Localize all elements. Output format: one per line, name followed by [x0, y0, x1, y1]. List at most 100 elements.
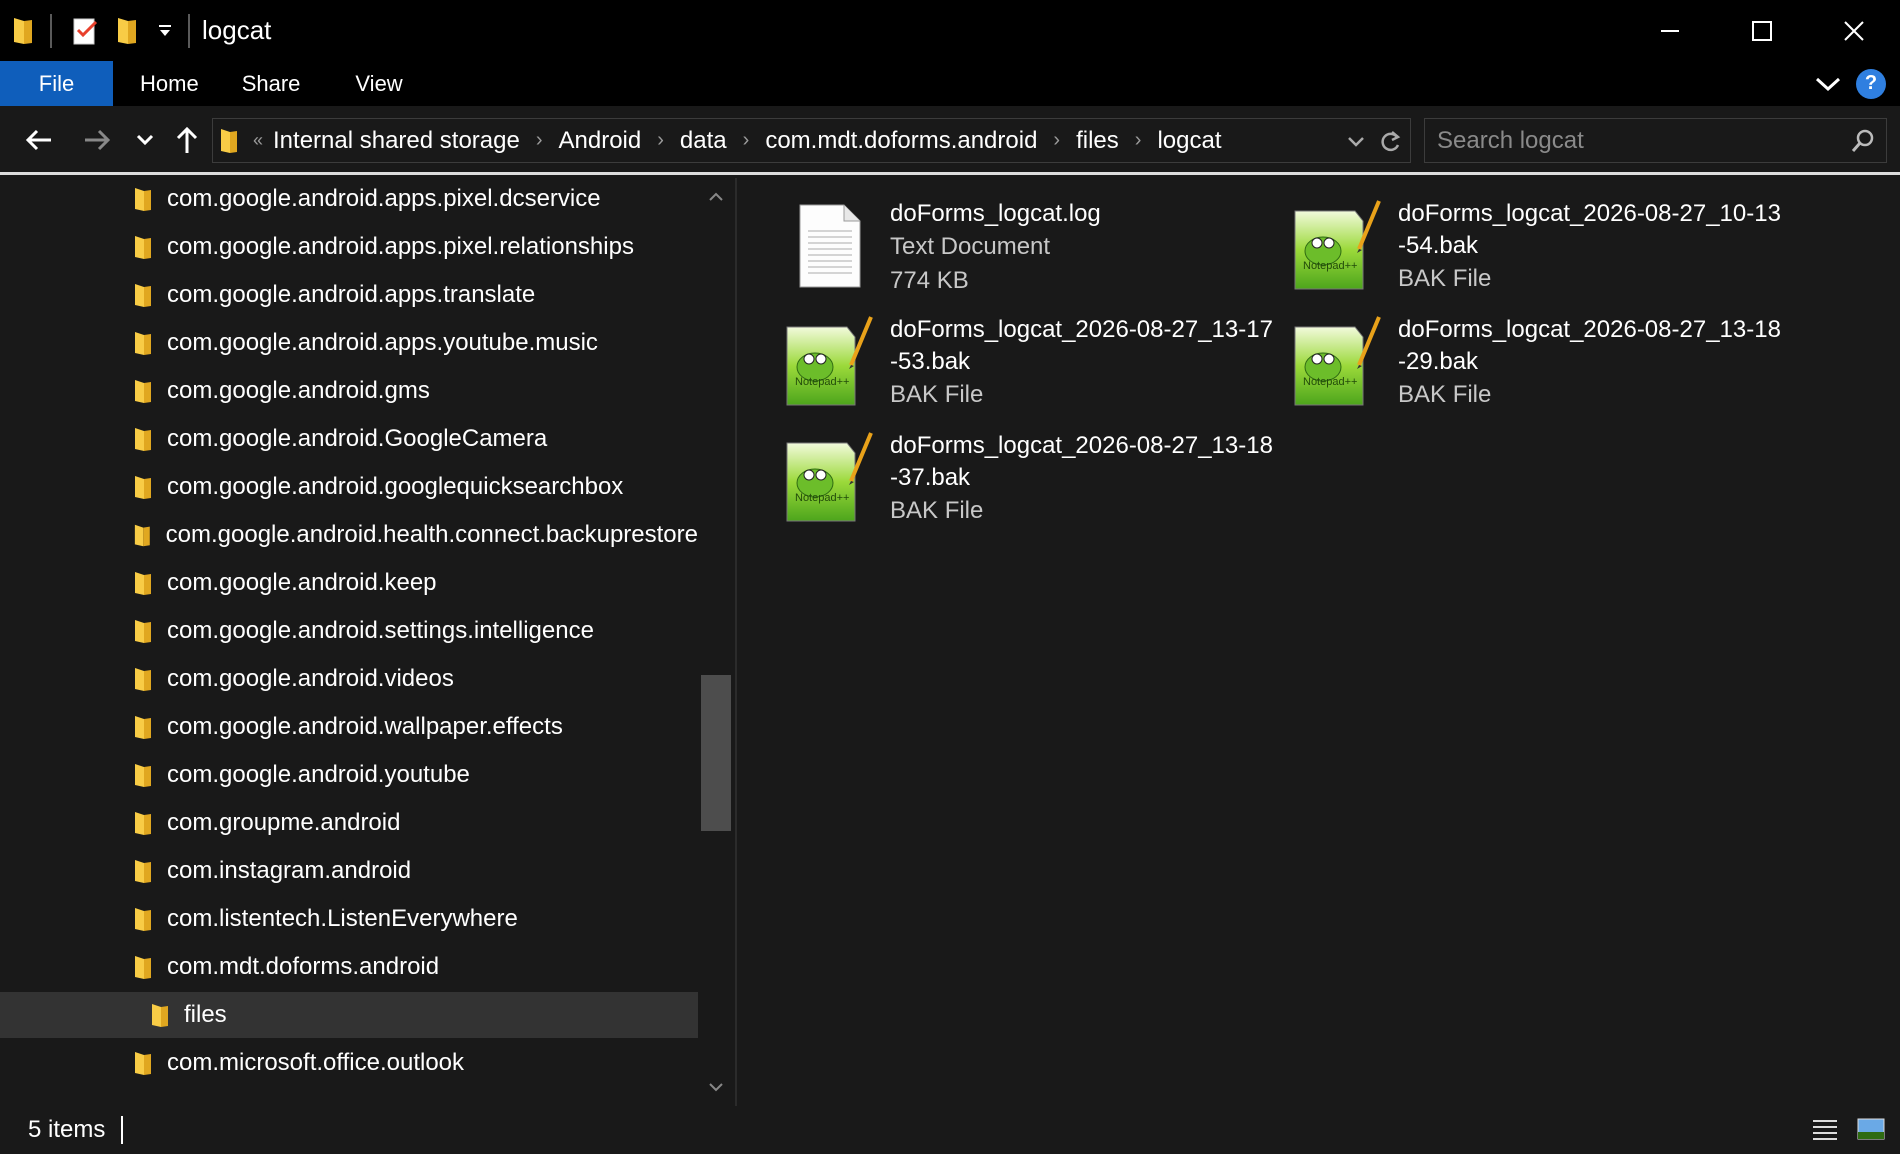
breadcrumb-android[interactable]: Android [559, 127, 642, 155]
svg-text:Notepad++: Notepad++ [1303, 376, 1357, 388]
ribbon-tabs: File Home Share View ? [0, 61, 1900, 106]
nav-tree-item-label: com.google.android.keep [167, 569, 437, 596]
nav-tree-item-label: com.instagram.android [167, 857, 412, 884]
nav-tree-item[interactable]: com.google.android.gms [0, 368, 698, 414]
properties-icon[interactable] [70, 16, 100, 46]
new-folder-icon[interactable] [116, 16, 138, 46]
nav-tree-item[interactable]: com.google.android.youtube [0, 752, 698, 798]
title-bar: logcat [0, 0, 1900, 61]
folder-icon [135, 715, 151, 739]
nav-tree-item[interactable]: com.google.android.apps.pixel.dcservice [0, 178, 698, 222]
nav-tree-item-label: com.google.android.gms [167, 377, 430, 404]
folder-icon [135, 187, 151, 211]
customize-toolbar-chevron-icon[interactable] [158, 24, 172, 38]
tab-home[interactable]: Home [113, 61, 226, 106]
nav-tree-item[interactable]: com.listentech.ListenEverywhere [0, 896, 698, 942]
chevron-right-icon[interactable]: › [743, 129, 750, 152]
forward-button[interactable] [80, 123, 114, 157]
scroll-up-button[interactable] [698, 182, 733, 212]
up-arrow-icon [176, 126, 198, 153]
recent-locations-button[interactable] [128, 123, 162, 157]
breadcrumb-data[interactable]: data [680, 127, 727, 155]
folder-icon [221, 128, 237, 153]
file-item[interactable]: Notepad++ doForms_logcat_2026-08-27_10-1… [1288, 196, 1788, 308]
nav-tree-item[interactable]: com.instagram.android [0, 848, 698, 894]
nav-tree-item[interactable]: com.google.android.apps.youtube.music [0, 320, 698, 366]
nav-tree-item[interactable]: com.google.android.googlequicksearchbox [0, 464, 698, 510]
help-button[interactable]: ? [1856, 68, 1886, 99]
svg-text:Notepad++: Notepad++ [795, 492, 849, 504]
nav-tree-item[interactable]: files [0, 992, 698, 1038]
toolbar-separator [188, 13, 190, 48]
refresh-icon[interactable] [1378, 129, 1402, 155]
tab-share[interactable]: Share [226, 61, 328, 106]
nav-tree-item-label: com.microsoft.office.outlook [167, 1049, 465, 1076]
nav-tree-item[interactable]: com.mdt.doforms.android [0, 944, 698, 990]
back-button[interactable] [22, 123, 56, 157]
nav-tree-item-label: com.google.android.youtube [167, 761, 470, 788]
breadcrumb-files[interactable]: files [1076, 127, 1119, 155]
nav-tree-item[interactable]: com.google.android.videos [0, 656, 698, 702]
svg-text:Notepad++: Notepad++ [1303, 260, 1357, 272]
minimize-button[interactable] [1624, 0, 1716, 61]
folder-icon [135, 907, 151, 931]
breadcrumb-internal-shared-storage[interactable]: Internal shared storage [273, 127, 520, 155]
folder-icon [135, 763, 151, 787]
nav-tree-item-label: com.groupme.android [167, 809, 401, 836]
tab-file[interactable]: File [0, 61, 113, 106]
breadcrumb-com-mdt-doforms-android[interactable]: com.mdt.doforms.android [765, 127, 1037, 155]
folder-icon [135, 619, 151, 643]
folder-icon [135, 283, 151, 307]
scroll-thumb[interactable] [701, 675, 731, 831]
chevron-right-icon[interactable]: › [1053, 129, 1060, 152]
nav-tree-item[interactable]: com.google.android.keep [0, 560, 698, 606]
file-name: doForms_logcat_2026-08-27_13-18 -37.bak [890, 432, 1273, 491]
file-item[interactable]: Notepad++ doForms_logcat_2026-08-27_13-1… [780, 312, 1280, 424]
search-icon[interactable] [1850, 128, 1876, 154]
tab-view[interactable]: View [327, 61, 429, 106]
close-button[interactable] [1808, 0, 1900, 61]
file-name: doForms_logcat.log [890, 200, 1101, 227]
forward-arrow-icon [85, 129, 111, 151]
folder-icon [134, 524, 150, 546]
folder-icon [135, 1051, 151, 1075]
file-item[interactable]: Notepad++ doForms_logcat_2026-08-27_13-1… [780, 428, 1280, 540]
file-item[interactable]: Notepad++ doForms_logcat_2026-08-27_13-1… [1288, 312, 1788, 424]
file-item[interactable]: doForms_logcat.log Text Document 774 KB [780, 196, 1280, 308]
breadcrumb-overflow[interactable]: « [253, 130, 263, 151]
nav-scrollbar[interactable] [698, 178, 733, 1106]
nav-tree-item[interactable]: com.google.android.settings.intelligence [0, 608, 698, 654]
address-history-chevron-icon[interactable] [1346, 135, 1366, 149]
folder-icon [135, 955, 151, 979]
chevron-right-icon[interactable]: › [657, 129, 664, 152]
nav-tree-item-label: com.mdt.doforms.android [167, 953, 440, 980]
navigation-pane: com.google.android.apps.pixel.dcservice c… [0, 178, 733, 1106]
search-input[interactable] [1425, 126, 1825, 155]
expand-ribbon-chevron-icon[interactable] [1814, 74, 1842, 94]
nav-tree-item[interactable]: com.google.android.GoogleCamera [0, 416, 698, 462]
scroll-down-button[interactable] [698, 1072, 733, 1102]
nav-tree-item[interactable]: com.google.android.wallpaper.effects [0, 704, 698, 750]
nav-tree-item[interactable]: com.google.android.health.connect.backup… [0, 512, 698, 558]
folder-icon [135, 379, 151, 403]
file-type: Text Document [890, 233, 1051, 260]
chevron-right-icon[interactable]: › [536, 129, 543, 152]
details-view-icon[interactable] [1810, 1114, 1840, 1144]
nav-tree-item-label: com.google.android.apps.pixel.relationsh… [167, 233, 634, 260]
nav-tree-item[interactable]: com.microsoft.office.outlook [0, 1040, 698, 1086]
nav-tree-item[interactable]: com.google.android.apps.pixel.relationsh… [0, 224, 698, 270]
address-bar[interactable]: « Internal shared storage › Android › da… [212, 118, 1411, 163]
file-name: doForms_logcat_2026-08-27_10-13 -54.bak [1398, 200, 1781, 259]
file-type: BAK File [1398, 381, 1492, 408]
up-button[interactable] [170, 123, 204, 157]
maximize-button[interactable] [1716, 0, 1808, 61]
breadcrumb-logcat[interactable]: logcat [1157, 127, 1221, 155]
back-arrow-icon [25, 129, 51, 151]
large-icons-view-icon[interactable] [1856, 1114, 1886, 1144]
nav-tree-item[interactable]: com.groupme.android [0, 800, 698, 846]
nav-tree-item-label: com.google.android.googlequicksearchbox [167, 473, 624, 500]
nav-tree-item[interactable]: com.google.android.apps.translate [0, 272, 698, 318]
nav-tree-item-label: files [184, 1001, 227, 1028]
chevron-right-icon[interactable]: › [1135, 129, 1142, 152]
svg-text:Notepad++: Notepad++ [795, 376, 849, 388]
